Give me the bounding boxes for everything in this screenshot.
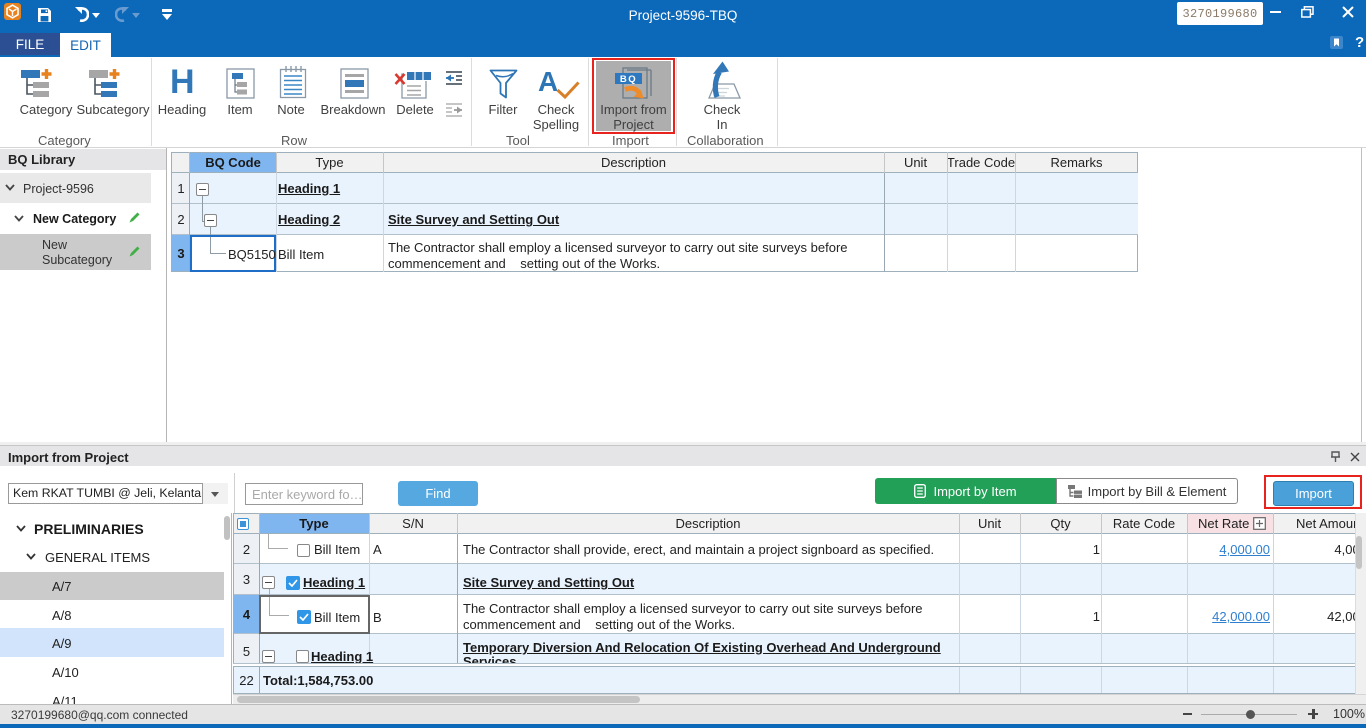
svg-text:BQ: BQ <box>620 74 637 85</box>
